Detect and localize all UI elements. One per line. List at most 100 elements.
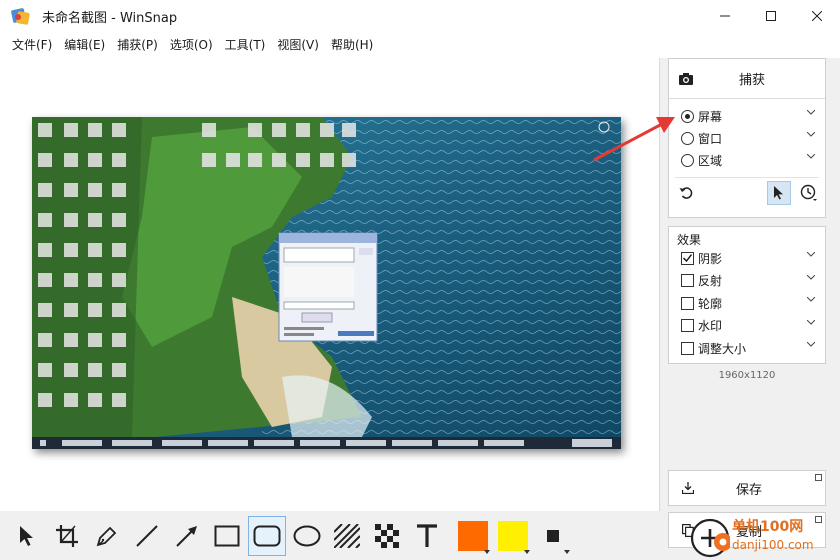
menu-options[interactable]: 选项(O) [164,34,219,56]
radio-unselected[interactable] [681,153,694,167]
radio-unselected[interactable] [681,131,694,145]
checker-icon [375,523,399,548]
checkbox-unchecked[interactable] [681,274,694,288]
secondary-color-swatch [498,520,528,551]
close-button[interactable] [794,0,840,32]
capture-button-label: 捕获 [738,73,765,88]
image-canvas[interactable] [0,58,660,511]
menu-bar: 文件(F) 编辑(E) 捕获(P) 选项(O) 工具(T) 视图(V) 帮助(H… [0,32,840,58]
primary-color-picker[interactable] [454,516,492,556]
site-watermark: 单机100网 danji100.com [690,516,840,560]
ellipse-tool[interactable] [288,516,326,556]
save-label: 保存 [735,482,762,498]
pointer-toggle-button[interactable] [767,181,791,205]
save-button[interactable]: 保存 [668,470,826,506]
pointer-icon [20,525,33,546]
minimize-button[interactable] [702,0,748,32]
menu-tools[interactable]: 工具(T) [219,34,272,56]
save-options-toggle[interactable] [815,474,822,481]
capture-button[interactable]: 捕获 [669,59,825,99]
capture-mode-label: 屏幕 [698,109,723,124]
effect-outline[interactable]: 轮廓 [669,292,825,315]
capture-mode-label: 窗口 [698,131,723,146]
line-style-swatch [547,529,559,542]
maximize-button[interactable] [748,0,794,32]
rectangle-tool[interactable] [208,516,246,556]
secondary-color-picker[interactable] [494,516,532,556]
capture-mode-label: 区域 [698,153,723,168]
pixelate-tool[interactable] [368,516,406,556]
effect-label: 轮廓 [698,296,723,311]
dropdown-caret-icon [564,549,570,554]
effect-label: 阴影 [698,251,723,266]
chevron-down-icon[interactable] [807,297,815,302]
chevron-down-icon[interactable] [807,110,815,115]
capture-mode-region[interactable]: 区域 [669,149,825,171]
close-icon [812,11,822,21]
chevron-down-icon[interactable] [807,342,815,347]
captured-screenshot[interactable] [32,117,621,449]
winsnap-app-icon [10,7,30,25]
checkbox-unchecked[interactable] [681,341,694,355]
dropdown-caret-icon [484,549,490,554]
effect-label: 反射 [698,274,723,289]
pointer-tool[interactable] [8,516,46,556]
capture-mode-window[interactable]: 窗口 [669,127,825,149]
effects-title: 效果 [677,233,702,247]
effect-reflection[interactable]: 反射 [669,270,825,293]
capture-panel: 捕获 屏幕 窗口 区域 [668,58,826,218]
ellipse-icon [293,525,321,546]
line-icon [136,524,158,547]
chevron-down-icon[interactable] [807,274,815,280]
title-bar: 未命名截图 - WinSnap [0,0,840,32]
chevron-down-icon[interactable] [807,154,815,159]
dropdown-caret-icon [524,549,530,554]
effect-label: 调整大小 [698,341,747,356]
rectangle-icon [214,525,240,546]
chevron-down-icon[interactable] [807,252,815,257]
hatch-icon [334,523,360,548]
menu-help[interactable]: 帮助(H) [325,34,379,56]
repeat-capture-icon[interactable] [679,186,693,200]
checkbox-checked[interactable] [681,251,694,265]
minimize-icon [720,15,730,17]
primary-color-swatch [458,520,488,551]
highlight-tool[interactable] [328,516,366,556]
checkbox-unchecked[interactable] [681,319,694,333]
captured-desktop-image [32,117,621,449]
pen-icon [96,526,117,546]
crop-icon [56,524,78,547]
camera-icon [679,72,699,85]
effect-shadow[interactable]: 阴影 [669,247,825,270]
radio-selected[interactable] [681,109,694,123]
line-tool[interactable] [128,516,166,556]
menu-capture[interactable]: 捕获(P) [111,34,164,56]
chevron-down-icon[interactable] [807,319,815,325]
menu-edit[interactable]: 编辑(E) [58,34,111,56]
effects-panel: 效果 阴影 反射 轮廓 水印 调整大小 [668,226,826,364]
rounded-rectangle-icon [253,525,281,546]
line-style-picker[interactable] [534,516,572,556]
rounded-rectangle-tool[interactable] [248,515,286,556]
effect-watermark[interactable]: 水印 [669,315,825,338]
capture-mode-screen[interactable]: 屏幕 [669,105,825,127]
menu-file[interactable]: 文件(F) [6,34,58,56]
text-icon [417,523,437,547]
arrow-icon [176,525,197,547]
text-tool[interactable] [408,516,446,556]
drawing-toolbar [0,511,660,560]
menu-view[interactable]: 视图(V) [271,34,325,56]
delay-timer-button[interactable] [797,181,821,205]
clock-icon [800,184,817,201]
checkbox-unchecked[interactable] [681,296,694,310]
save-icon [673,482,703,494]
image-dimensions: 1960x1120 [718,370,776,381]
effect-resize[interactable]: 调整大小 [669,337,825,360]
arrow-tool[interactable] [168,516,206,556]
chevron-down-icon[interactable] [807,132,815,137]
window-title: 未命名截图 - WinSnap [42,10,178,26]
pen-tool[interactable] [88,516,126,556]
effect-label: 水印 [698,319,723,334]
watermark-logo-icon [690,518,730,558]
crop-tool[interactable] [48,516,86,556]
